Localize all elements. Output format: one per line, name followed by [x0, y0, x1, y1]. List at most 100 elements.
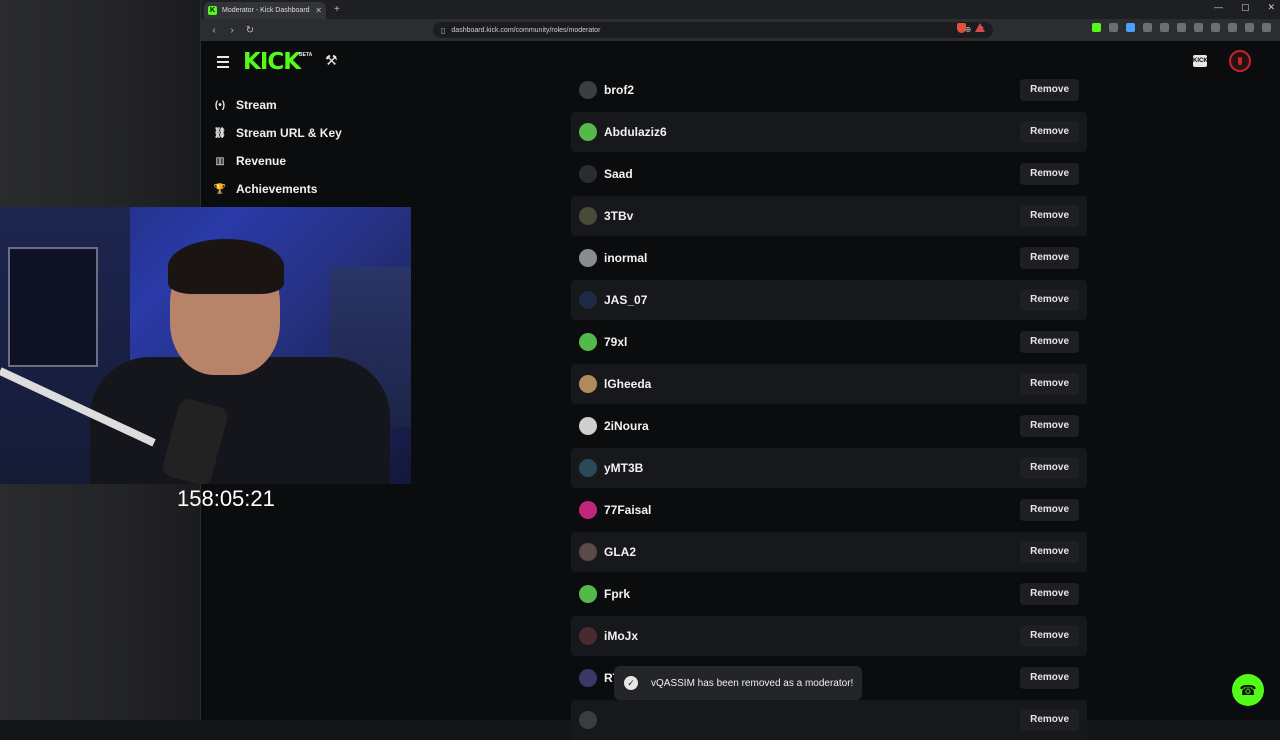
- extension-icon[interactable]: [1126, 23, 1135, 32]
- remove-button[interactable]: Remove: [1020, 373, 1079, 395]
- remove-button[interactable]: Remove: [1020, 415, 1079, 437]
- moderator-name: 77Faisal: [604, 503, 652, 517]
- tab-bar: K Moderator - Kick Dashboard ✕ + — ▢ ✕: [201, 0, 1280, 19]
- moderator-avatar: [579, 375, 597, 393]
- hammer-icon[interactable]: ⚒: [325, 52, 338, 69]
- remove-button[interactable]: Remove: [1020, 163, 1079, 185]
- rewards-icon[interactable]: [975, 23, 985, 32]
- moderator-row: Abdulaziz6 Remove: [571, 112, 1087, 152]
- moderator-row: 79xl Remove: [571, 322, 1087, 362]
- moderator-row: GLA2 Remove: [571, 532, 1087, 572]
- bookmark-icon[interactable]: ▯: [441, 26, 445, 35]
- moderator-name: lGheeda: [604, 377, 652, 391]
- moderator-name: Saad: [604, 167, 633, 181]
- vpn-icon[interactable]: [1245, 23, 1254, 32]
- moderator-name: 2iNoura: [604, 419, 649, 433]
- remove-button[interactable]: Remove: [1020, 289, 1079, 311]
- moderator-avatar: [579, 291, 597, 309]
- remove-button[interactable]: Remove: [1020, 667, 1079, 689]
- maximize-icon[interactable]: ▢: [1241, 2, 1250, 13]
- close-window-icon[interactable]: ✕: [1267, 2, 1275, 13]
- remove-button[interactable]: Remove: [1020, 121, 1079, 143]
- remove-button[interactable]: Remove: [1020, 541, 1079, 563]
- beta-badge: BETA: [299, 52, 313, 58]
- minimize-icon[interactable]: —: [1214, 2, 1223, 13]
- reload-icon[interactable]: ↻: [245, 25, 255, 36]
- extension-icon[interactable]: [1109, 23, 1118, 32]
- extension-icon[interactable]: [1092, 23, 1101, 32]
- moderator-row: 3TBv Remove: [571, 196, 1087, 236]
- puzzle-icon[interactable]: [1160, 23, 1169, 32]
- sidebar-item-revenue[interactable]: ▥ Revenue: [213, 151, 286, 171]
- moderator-avatar: [579, 81, 597, 99]
- kick-logo[interactable]: KICK: [243, 49, 301, 75]
- brave-shield-icon[interactable]: [957, 23, 966, 33]
- link-icon: ⛓: [213, 127, 227, 139]
- moderator-avatar: [579, 417, 597, 435]
- sidebar-item-label: Stream: [236, 98, 277, 112]
- remove-button[interactable]: Remove: [1020, 583, 1079, 605]
- remove-button[interactable]: Remove: [1020, 457, 1079, 479]
- tab-title: Moderator - Kick Dashboard: [222, 7, 310, 14]
- chart-icon: ▥: [215, 155, 225, 167]
- sidebar-item-label: Achievements: [236, 182, 318, 196]
- sidebar: (•) Stream ⛓ Stream URL & Key ▥ Revenue …: [201, 83, 411, 213]
- back-icon[interactable]: ‹: [209, 25, 219, 36]
- remove-button[interactable]: Remove: [1020, 331, 1079, 353]
- remove-button[interactable]: Remove: [1020, 79, 1079, 101]
- kick-channel-icon[interactable]: KICK: [1193, 55, 1208, 67]
- moderator-name: Fprk: [604, 587, 631, 601]
- new-tab-icon[interactable]: +: [334, 4, 340, 15]
- moderator-row: 77Faisal Remove: [571, 490, 1087, 530]
- sidebar-icon[interactable]: [1211, 23, 1220, 32]
- moderator-avatar: [579, 123, 597, 141]
- address-bar: ‹ › ↻ ▯ dashboard.kick.com/community/rol…: [201, 19, 1280, 41]
- extension-icon[interactable]: [1194, 23, 1203, 32]
- menu-icon[interactable]: [1262, 23, 1271, 32]
- forward-icon[interactable]: ›: [227, 25, 237, 36]
- remove-button[interactable]: Remove: [1020, 247, 1079, 269]
- stream-timer: 158:05:21: [177, 486, 275, 511]
- moderator-avatar: [579, 249, 597, 267]
- trophy-icon: 🏆: [213, 183, 227, 195]
- url-field[interactable]: ▯ dashboard.kick.com/community/roles/mod…: [433, 22, 993, 38]
- sidebar-item-stream[interactable]: (•) Stream: [213, 95, 277, 115]
- extension-icon[interactable]: [1143, 23, 1152, 32]
- window-controls: — ▢ ✕: [1214, 2, 1275, 13]
- moderator-row: JAS_07 Remove: [571, 280, 1087, 320]
- close-tab-icon[interactable]: ✕: [315, 6, 322, 15]
- moderator-avatar: [579, 543, 597, 561]
- moderator-name: iMoJx: [604, 629, 639, 643]
- moderator-avatar: [579, 459, 597, 477]
- sidebar-item-stream-url-key[interactable]: ⛓ Stream URL & Key: [213, 123, 342, 143]
- sidebar-item-label: Revenue: [236, 154, 287, 168]
- remove-button[interactable]: Remove: [1020, 205, 1079, 227]
- moderator-name: Abdulaziz6: [604, 125, 667, 139]
- moderator-avatar: [579, 627, 597, 645]
- moderator-row: brof2 Remove: [571, 70, 1087, 110]
- moderator-avatar: [579, 585, 597, 603]
- remove-button[interactable]: Remove: [1020, 499, 1079, 521]
- moderator-row: lGheeda Remove: [571, 364, 1087, 404]
- user-avatar[interactable]: [1229, 50, 1251, 72]
- remove-button[interactable]: Remove: [1020, 709, 1079, 731]
- sidebar-item-achievements[interactable]: 🏆 Achievements: [213, 179, 318, 199]
- browser-tab[interactable]: K Moderator - Kick Dashboard ✕: [204, 2, 326, 19]
- wallet-icon[interactable]: [1228, 23, 1237, 32]
- moderator-row: yMT3B Remove: [571, 448, 1087, 488]
- webcam-person-hair: [168, 239, 284, 294]
- moderator-name: 3TBv: [604, 209, 634, 223]
- toast-message: vQASSIM has been removed as a moderator!: [651, 677, 854, 689]
- moderator-avatar: [579, 333, 597, 351]
- bookmarks-icon[interactable]: [1177, 23, 1186, 32]
- remove-button[interactable]: Remove: [1020, 625, 1079, 647]
- help-button[interactable]: ☎: [1232, 674, 1264, 706]
- moderator-name: yMT3B: [604, 461, 644, 475]
- moderator-avatar: [579, 501, 597, 519]
- hamburger-menu-icon[interactable]: [217, 56, 229, 71]
- moderator-name: JAS_07: [604, 293, 648, 307]
- sidebar-item-label: Stream URL & Key: [236, 126, 342, 140]
- kick-favicon-icon: K: [208, 6, 217, 15]
- moderator-name: inormal: [604, 251, 648, 265]
- moderator-name: GLA2: [604, 545, 637, 559]
